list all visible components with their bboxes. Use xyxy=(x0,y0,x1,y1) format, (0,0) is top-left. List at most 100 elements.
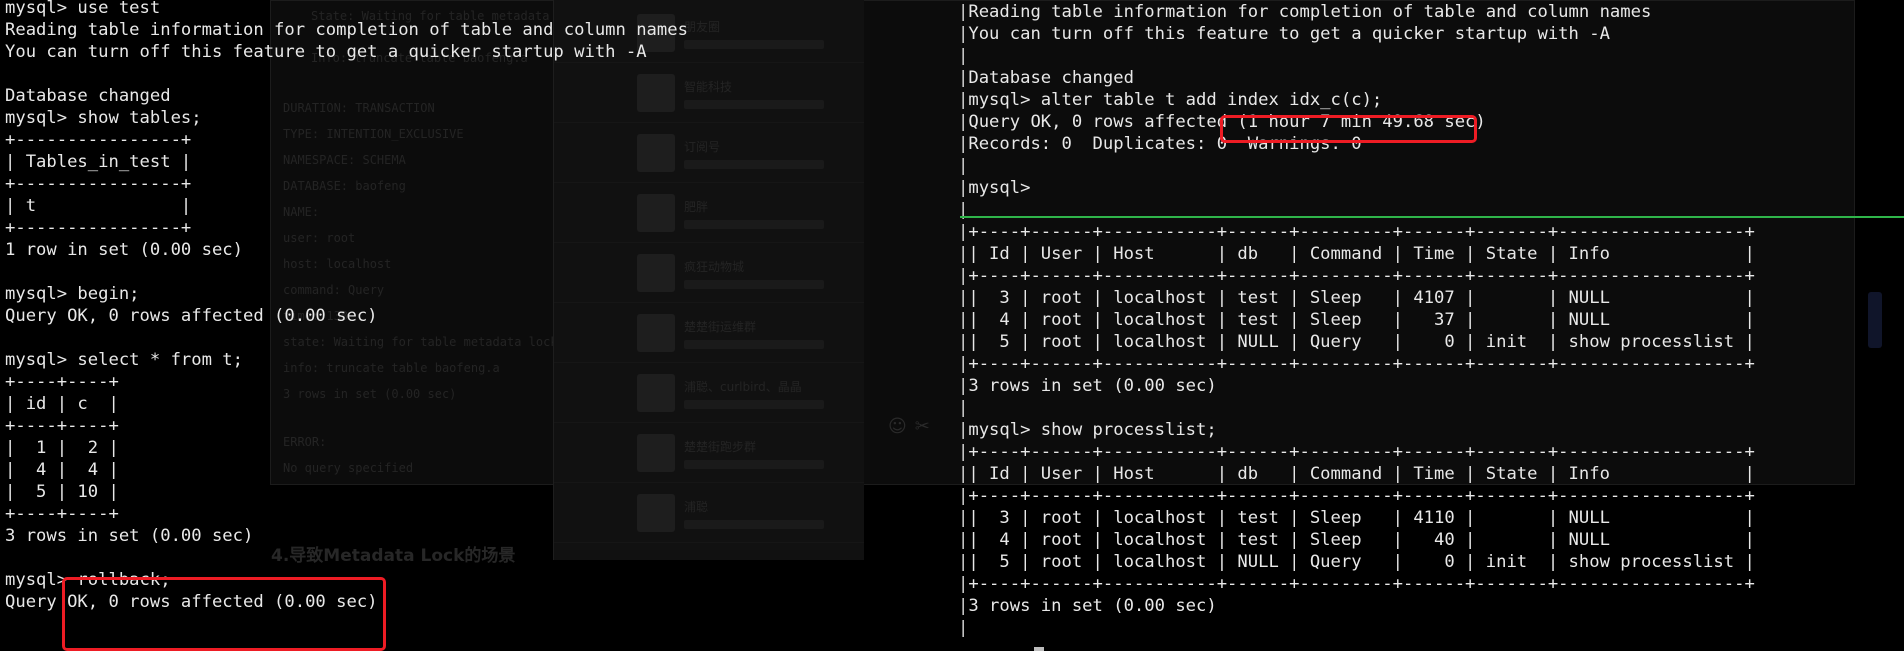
right-terminal-pane[interactable]: |mysql> use test|Reading table informati… xyxy=(958,0,1755,639)
pane-border-glyph: | xyxy=(958,376,969,396)
left-terminal-line: | t | xyxy=(5,195,688,217)
pane-border-glyph: | xyxy=(958,618,969,638)
terminal-text: Reading table information for completion… xyxy=(5,20,688,40)
terminal-text: +----+----+ xyxy=(5,416,119,436)
terminal-text: +----+------+-----------+------+--------… xyxy=(968,222,1755,242)
terminal-text: mysql> begin; xyxy=(5,284,140,304)
terminal-text: Database changed xyxy=(5,86,171,106)
left-terminal-line: +----+----+ xyxy=(5,371,688,393)
right-terminal-line: | xyxy=(958,45,1755,67)
left-terminal-line: | Tables_in_test | xyxy=(5,151,688,173)
pane-border-glyph: | xyxy=(958,596,969,616)
pane-border-glyph: | xyxy=(958,508,969,528)
pane-border-glyph: | xyxy=(958,178,969,198)
pane-divider-line xyxy=(960,216,1904,218)
left-terminal-line: Reading table information for completion… xyxy=(5,19,688,41)
terminal-text: mysql> show tables; xyxy=(5,108,202,128)
right-terminal-line: |+----+------+-----------+------+-------… xyxy=(958,265,1755,287)
rollback-highlight-box xyxy=(62,577,386,651)
left-terminal-line: mysql> select * from t; xyxy=(5,349,688,371)
chat-item-preview xyxy=(684,340,824,349)
chat-item-name: 智能科技 xyxy=(684,80,733,94)
terminal-text: Reading table information for completion… xyxy=(968,2,1652,22)
right-terminal-line: |+----+------+-----------+------+-------… xyxy=(958,485,1755,507)
chat-item-preview xyxy=(684,400,824,409)
terminal-text: +----+------+-----------+------+--------… xyxy=(968,266,1755,286)
left-terminal-line: +----+----+ xyxy=(5,415,688,437)
left-terminal-line xyxy=(5,327,688,349)
right-terminal-line: || 3 | root | localhost | test | Sleep |… xyxy=(958,287,1755,309)
terminal-text: | Id | User | Host | db | Command | Time… xyxy=(968,244,1755,264)
right-terminal-line: |mysql> xyxy=(958,177,1755,199)
terminal-text: mysql> alter table t add index idx_c(c); xyxy=(968,90,1383,110)
left-terminal-line: You can turn off this feature to get a q… xyxy=(5,41,688,63)
pane-border-glyph: | xyxy=(958,112,969,132)
left-terminal-line: +----------------+ xyxy=(5,217,688,239)
terminal-text: | 5 | 10 | xyxy=(5,482,119,502)
terminal-text: | t | xyxy=(5,196,192,216)
pane-border-glyph: | xyxy=(958,530,969,550)
right-terminal-line: |Reading table information for completio… xyxy=(958,1,1755,23)
terminal-text: +----+------+-----------+------+--------… xyxy=(968,442,1755,462)
left-terminal-line: mysql> use test xyxy=(5,0,688,19)
terminal-text: | 1 | 2 | xyxy=(5,438,119,458)
terminal-text: +----+----+ xyxy=(5,372,119,392)
terminal-text: | 5 | root | localhost | NULL | Query | … xyxy=(968,332,1755,352)
pane-border-glyph: | xyxy=(958,398,969,418)
right-terminal-line: || 5 | root | localhost | NULL | Query |… xyxy=(958,551,1755,573)
right-terminal-line: || 4 | root | localhost | test | Sleep |… xyxy=(958,309,1755,331)
right-terminal-line: |mysql> alter table t add index idx_c(c)… xyxy=(958,89,1755,111)
terminal-text: mysql> xyxy=(968,178,1031,198)
left-terminal-line: Query OK, 0 rows affected (0.00 sec) xyxy=(5,305,688,327)
right-terminal-line: || 5 | root | localhost | NULL | Query |… xyxy=(958,331,1755,353)
left-terminal-pane[interactable]: mysql> use test Reading table information… xyxy=(5,0,688,613)
pane-border-glyph: | xyxy=(958,442,969,462)
pane-border-glyph: | xyxy=(958,332,969,352)
right-terminal-line: |Database changed xyxy=(958,67,1755,89)
terminal-text: | 4 | root | localhost | test | Sleep | … xyxy=(968,310,1755,330)
right-terminal-line: |+----+------+-----------+------+-------… xyxy=(958,221,1755,243)
left-terminal-line: | 5 | 10 | xyxy=(5,481,688,503)
left-terminal-line: 3 rows in set (0.00 sec) xyxy=(5,525,688,547)
pane-border-glyph: | xyxy=(958,574,969,594)
pane-border-glyph: | xyxy=(958,464,969,484)
right-terminal-line: |+----+------+-----------+------+-------… xyxy=(958,573,1755,595)
pane-border-glyph: | xyxy=(958,266,969,286)
right-terminal-line: || Id | User | Host | db | Command | Tim… xyxy=(958,463,1755,485)
terminal-text: 3 rows in set (0.00 sec) xyxy=(968,376,1217,396)
terminal-text: | 3 | root | localhost | test | Sleep | … xyxy=(968,508,1755,528)
left-terminal-line: +----------------+ xyxy=(5,173,688,195)
chat-item-preview xyxy=(684,100,824,109)
terminal-text: +----------------+ xyxy=(5,174,192,194)
terminal-text: +----+----+ xyxy=(5,504,119,524)
pane-border-glyph: | xyxy=(958,68,969,88)
terminal-text: 3 rows in set (0.00 sec) xyxy=(968,596,1217,616)
terminal-text: 3 rows in set (0.00 sec) xyxy=(5,526,254,546)
left-terminal-line: +----+----+ xyxy=(5,503,688,525)
left-terminal-line xyxy=(5,261,688,283)
right-terminal-line: || Id | User | Host | db | Command | Tim… xyxy=(958,243,1755,265)
chat-item-name: 朋友圈 xyxy=(684,20,721,34)
terminal-text: 1 row in set (0.00 sec) xyxy=(5,240,243,260)
left-terminal-line: mysql> begin; xyxy=(5,283,688,305)
right-terminal-line: | xyxy=(958,617,1755,639)
pane-border-glyph: | xyxy=(958,156,969,176)
right-terminal-line: | xyxy=(958,397,1755,419)
right-terminal-line: |3 rows in set (0.00 sec) xyxy=(958,375,1755,397)
left-terminal-line: | 1 | 2 | xyxy=(5,437,688,459)
terminal-text: | 5 | root | localhost | NULL | Query | … xyxy=(968,552,1755,572)
terminal-text: +----+------+-----------+------+--------… xyxy=(968,354,1755,374)
pane-border-glyph: | xyxy=(958,222,969,242)
left-terminal-line: +----------------+ xyxy=(5,129,688,151)
pane-border-glyph: | xyxy=(958,2,969,22)
right-terminal-line: |You can turn off this feature to get a … xyxy=(958,23,1755,45)
terminal-text: +----+------+-----------+------+--------… xyxy=(968,486,1755,506)
right-terminal-line: |3 rows in set (0.00 sec) xyxy=(958,595,1755,617)
terminal-cursor xyxy=(1034,647,1044,651)
terminal-text: mysql> use test xyxy=(5,0,161,18)
chat-item-preview xyxy=(684,280,824,289)
chat-item-name: 浦聪、curlbird、晶晶 xyxy=(684,380,802,394)
terminal-text: You can turn off this feature to get a q… xyxy=(968,24,1610,44)
pane-border-glyph: | xyxy=(958,288,969,308)
terminal-text: | 4 | 4 | xyxy=(5,460,119,480)
